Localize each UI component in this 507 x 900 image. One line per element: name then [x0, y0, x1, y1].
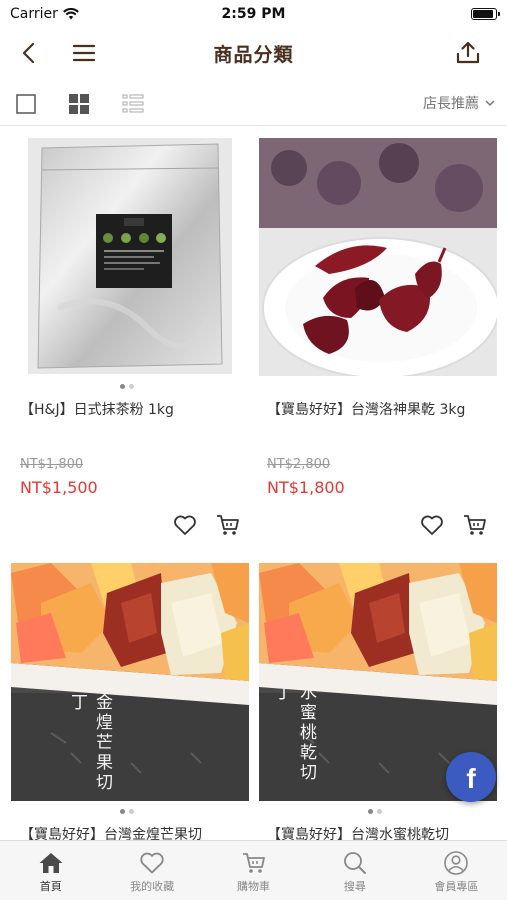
product-name[interactable]: 【H&J】日式抹茶粉 1kg: [20, 400, 245, 420]
share-button[interactable]: [453, 38, 483, 68]
product-image-mango[interactable]: 金煌芒果切丁: [11, 563, 249, 801]
image-caption: 水蜜桃乾切丁: [271, 683, 316, 783]
matcha-bag-image: [28, 138, 232, 374]
menu-button[interactable]: [69, 38, 99, 68]
image-pager-dots: [120, 384, 134, 389]
tab-label: 購物車: [237, 880, 271, 893]
image-caption: 金煌芒果切丁: [67, 693, 112, 793]
image-pager-dots: [120, 809, 134, 814]
product-card-roselle[interactable]: 【寶島好好】台灣洛神果乾 3kg NT$2,800 NT$1,800: [254, 128, 502, 548]
roselle-image: [259, 138, 497, 376]
facebook-button[interactable]: f: [446, 752, 496, 802]
grid-icon: [69, 94, 89, 114]
carrier-label: Carrier: [10, 6, 58, 22]
pager-dot: [368, 809, 373, 814]
product-grid: 【H&J】日式抹茶粉 1kg NT$1,800 NT$1,500 【寶島好好】台…: [0, 128, 507, 840]
tab-favorites[interactable]: 我的收藏: [101, 841, 202, 900]
original-price: NT$2,800: [267, 457, 331, 472]
hamburger-icon: [72, 44, 96, 62]
battery-icon: [471, 8, 500, 20]
tab-label: 會員專區: [434, 880, 479, 893]
search-icon: [344, 852, 366, 874]
add-to-cart-button[interactable]: [215, 512, 241, 538]
cart-icon: [242, 853, 265, 873]
cart-icon: [217, 515, 239, 535]
view-toolbar: 店長推薦: [0, 82, 507, 126]
pager-dot: [120, 809, 125, 814]
product-card-mango[interactable]: 金煌芒果切丁 【寶島好好】台灣金煌芒果切: [0, 553, 249, 840]
status-left: Carrier: [10, 6, 79, 22]
grid-view-button[interactable]: [67, 92, 91, 116]
battery-level: [473, 10, 493, 18]
mango-image: [11, 563, 249, 801]
product-image-roselle[interactable]: [259, 138, 497, 376]
sort-label: 店長推薦: [423, 96, 479, 112]
back-button[interactable]: [14, 38, 44, 68]
home-icon: [39, 853, 63, 873]
list-view-button[interactable]: [121, 92, 145, 116]
square-icon: [16, 94, 36, 114]
tab-cart[interactable]: 購物車: [203, 841, 304, 900]
heart-icon: [140, 852, 164, 874]
facebook-icon: f: [466, 763, 476, 794]
sale-price: NT$1,800: [267, 478, 345, 497]
product-name[interactable]: 【寶島好好】台灣洛神果乾 3kg: [267, 400, 492, 420]
wifi-icon: [63, 8, 79, 20]
chevron-down-icon: [485, 100, 495, 107]
status-bar: Carrier 2:59 PM: [0, 0, 507, 28]
list-icon: [122, 94, 144, 113]
nav-bar: 商品分類: [0, 28, 507, 78]
tab-label: 首頁: [39, 880, 62, 893]
pager-dot: [129, 384, 134, 389]
product-image-matcha[interactable]: [28, 138, 232, 374]
chevron-left-icon: [22, 42, 35, 64]
share-icon: [456, 41, 480, 64]
product-name[interactable]: 【寶島好好】台灣金煌芒果切: [20, 825, 245, 840]
tab-home[interactable]: 首頁: [0, 841, 101, 900]
add-to-cart-button[interactable]: [462, 512, 488, 538]
tab-search[interactable]: 搜尋: [304, 841, 405, 900]
image-pager-dots: [368, 809, 382, 814]
pager-dot: [129, 809, 134, 814]
tab-member[interactable]: 會員專區: [406, 841, 507, 900]
tab-label: 我的收藏: [130, 880, 175, 893]
tab-label: 搜尋: [343, 880, 366, 893]
sale-price: NT$1,500: [20, 478, 98, 497]
favorite-button[interactable]: [172, 512, 198, 538]
favorite-button[interactable]: [419, 512, 445, 538]
product-name[interactable]: 【寶島好好】台灣水蜜桃乾切: [267, 825, 492, 840]
single-view-button[interactable]: [14, 92, 38, 116]
sort-dropdown[interactable]: 店長推薦: [423, 93, 495, 113]
heart-icon: [421, 515, 443, 535]
user-icon: [444, 851, 469, 875]
pager-dot: [377, 809, 382, 814]
original-price: NT$1,800: [20, 457, 84, 472]
cart-icon: [464, 515, 486, 535]
product-card-matcha[interactable]: 【H&J】日式抹茶粉 1kg NT$1,800 NT$1,500: [0, 128, 248, 548]
bottom-tab-bar: 首頁 我的收藏 購物車 搜尋 會員專區: [0, 840, 507, 900]
pager-dot: [120, 384, 125, 389]
heart-icon: [174, 515, 196, 535]
